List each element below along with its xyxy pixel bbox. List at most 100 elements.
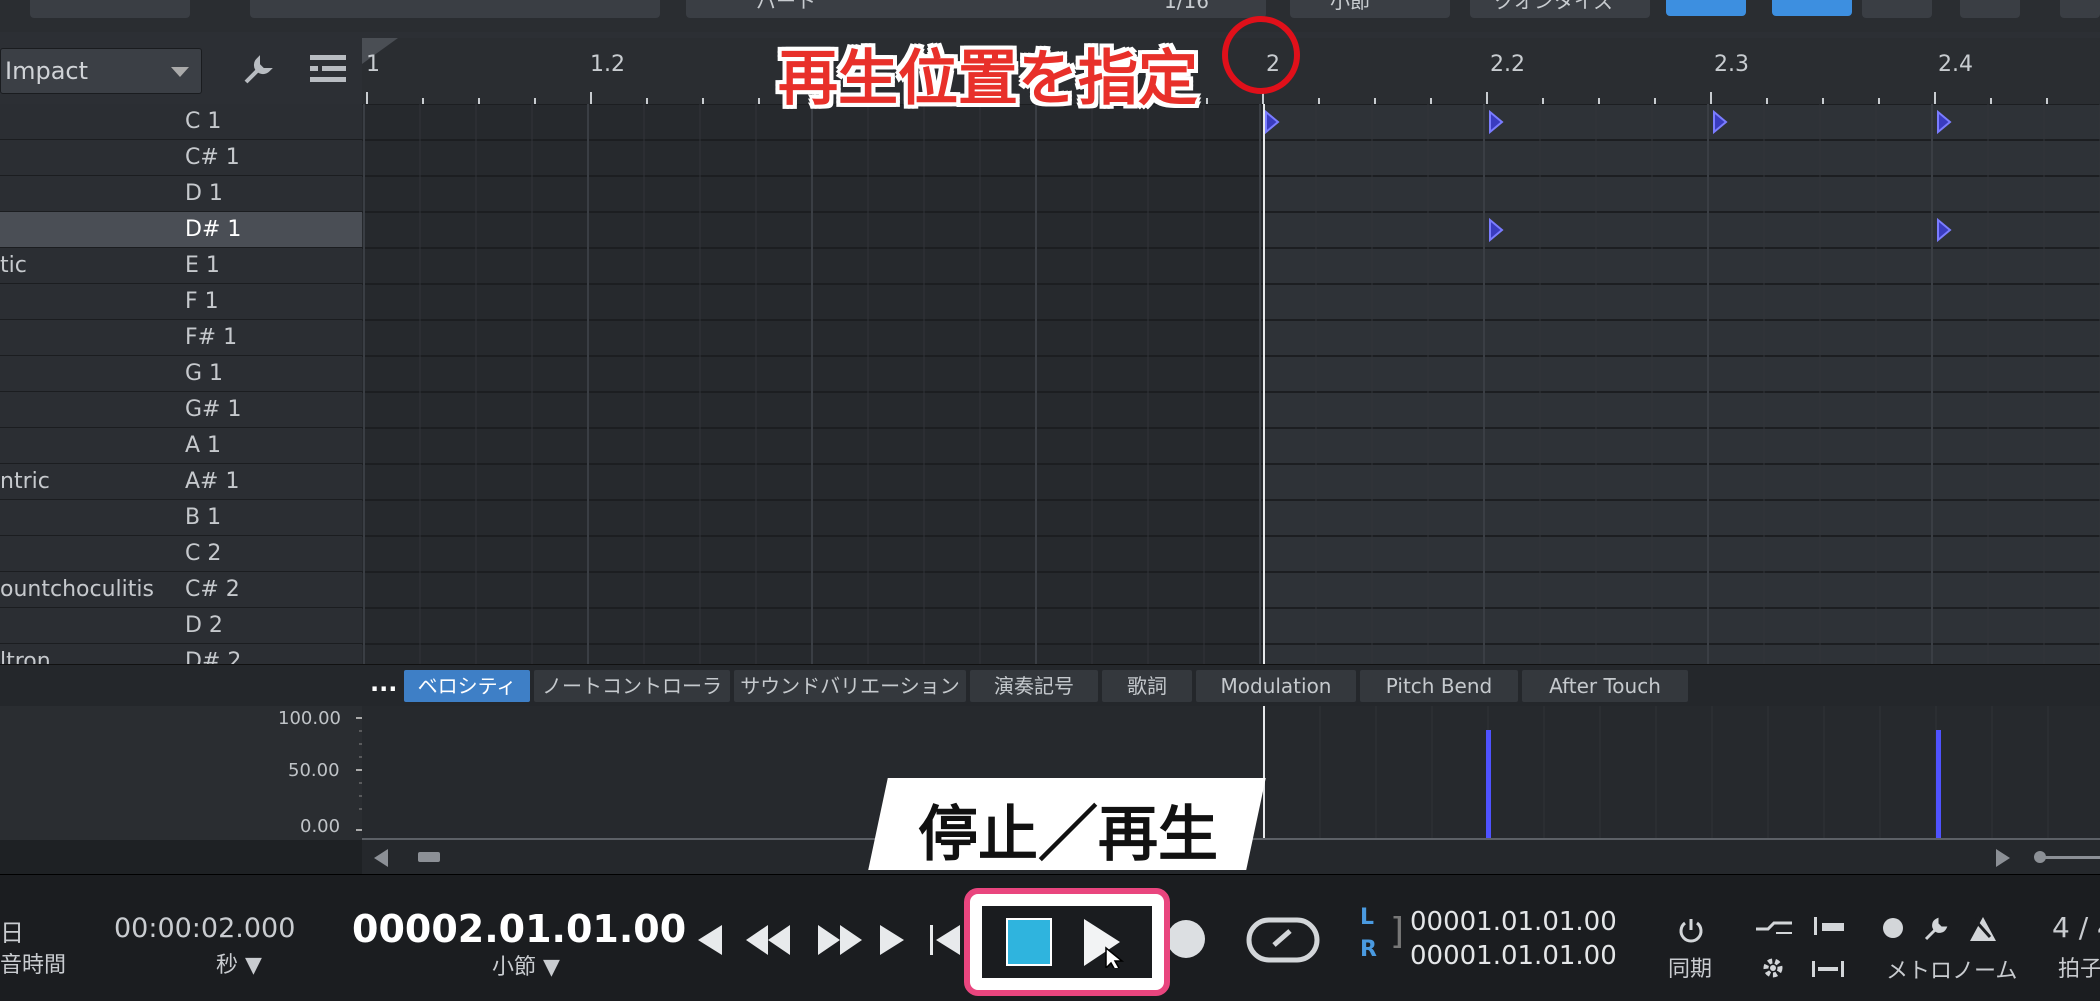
bars-display[interactable]: 00002.01.01.00: [352, 907, 686, 951]
seconds-unit: 秒: [216, 953, 239, 978]
seconds-unit-select[interactable]: 秒 ▼: [216, 947, 262, 979]
sample-name: ountchoculitis: [0, 577, 154, 602]
more-tabs-button[interactable]: ...: [370, 669, 397, 697]
toolbar-button-2[interactable]: [1960, 0, 2020, 18]
tab-pitch-bend[interactable]: Pitch Bend: [1360, 670, 1518, 702]
note-name: A# 1: [185, 469, 240, 494]
forward-end-icon[interactable]: [878, 925, 904, 955]
key-row[interactable]: tic E 1: [0, 248, 362, 284]
key-row[interactable]: D 1: [0, 176, 362, 212]
part-quantize-field[interactable]: パート 1/16: [686, 0, 1266, 18]
key-row[interactable]: C# 1: [0, 140, 362, 176]
note-grid[interactable]: [362, 104, 2100, 664]
play-icon[interactable]: [1082, 918, 1128, 968]
return-to-zero-icon[interactable]: [930, 925, 960, 955]
key-row[interactable]: G# 1: [0, 392, 362, 428]
rewind-icon[interactable]: [746, 925, 790, 955]
tab-articulation[interactable]: 演奏記号: [970, 670, 1098, 702]
velocity-bar[interactable]: [1936, 730, 1941, 838]
annotation-set-playback-position: 再生位置を指定: [778, 44, 1198, 114]
zoom-slider-handle[interactable]: [2034, 851, 2046, 863]
note-name: C# 2: [185, 577, 240, 602]
drum-note[interactable]: [1489, 217, 1504, 243]
tool-toggle-button[interactable]: [1772, 0, 1852, 16]
record-icon[interactable]: [1166, 919, 1206, 959]
drum-note[interactable]: [1937, 217, 1952, 243]
seconds-display[interactable]: 00:00:02.000: [114, 913, 295, 944]
stop-button[interactable]: [1006, 918, 1052, 966]
tab-modulation[interactable]: Modulation: [1196, 670, 1356, 702]
tab-lyrics[interactable]: 歌詞: [1102, 670, 1192, 702]
note-name: F 1: [185, 289, 219, 314]
bars-unit-select[interactable]: 小節 ▼: [492, 949, 560, 981]
wrench-icon[interactable]: [240, 54, 274, 92]
zoom-slider[interactable]: [2038, 856, 2100, 859]
power-icon[interactable]: [1678, 917, 1704, 943]
tab-after-touch[interactable]: After Touch: [1522, 670, 1688, 702]
key-row[interactable]: ntric A# 1: [0, 464, 362, 500]
time-mode-label: 音時間: [0, 953, 67, 978]
list-view-icon[interactable]: [308, 52, 348, 90]
key-row[interactable]: F# 1: [0, 320, 362, 356]
gear-icon[interactable]: [1760, 955, 1786, 981]
key-row[interactable]: ountchoculitis C# 2: [0, 572, 362, 608]
velocity-bar[interactable]: [1486, 730, 1491, 838]
fast-forward-icon[interactable]: [818, 925, 862, 955]
time-signature-display[interactable]: 4 / 4: [2052, 911, 2100, 944]
key-row[interactable]: F 1: [0, 284, 362, 320]
snap-mode-select[interactable]: クオンタイズ: [1470, 0, 1650, 18]
instrument-select[interactable]: Impact: [0, 48, 202, 94]
velocity-scale-mid: 50.00: [288, 760, 340, 781]
drum-note[interactable]: [1937, 109, 1952, 135]
timebase-value: 小節: [1330, 0, 1370, 13]
drum-note[interactable]: [1265, 109, 1280, 135]
key-row[interactable]: ltron D# 2: [0, 644, 362, 664]
key-row[interactable]: D 2: [0, 608, 362, 644]
toolbar-button-3[interactable]: [2060, 0, 2100, 18]
stop-play-highlight-frame: [964, 888, 1170, 996]
marker-in-icon[interactable]: [1812, 915, 1846, 937]
timebase-select[interactable]: 小節: [1290, 0, 1450, 18]
toolbar-button[interactable]: [1862, 0, 1932, 18]
drum-note[interactable]: [1489, 109, 1504, 135]
note-name: A 1: [185, 433, 222, 458]
note-name: G 1: [185, 361, 224, 386]
tab-note-controller[interactable]: ノートコントローラー: [534, 670, 730, 730]
metronome-record-icon[interactable]: [1882, 917, 1904, 939]
metronome-icon[interactable]: [1968, 915, 1998, 943]
drum-key-list: C 1 C# 1 D 1 D# 1 tic E 1 F 1 F# 1 G 1 G#…: [0, 104, 362, 664]
snap-mode-value: クオンタイズ: [1494, 0, 1614, 13]
chevron-down-icon: [171, 67, 189, 77]
snap-toggle-button[interactable]: [1666, 0, 1746, 16]
ruler-label: 1.2: [590, 52, 625, 77]
key-row[interactable]: G 1: [0, 356, 362, 392]
key-row[interactable]: B 1: [0, 500, 362, 536]
scroll-left-icon[interactable]: [374, 849, 390, 867]
sample-name: ntric: [0, 469, 50, 494]
note-name: F# 1: [185, 325, 238, 350]
ruler-tick: [366, 92, 368, 104]
key-row[interactable]: C 2: [0, 536, 362, 572]
key-row-selected[interactable]: D# 1: [0, 212, 362, 248]
scroll-right-icon[interactable]: [1994, 849, 2010, 867]
key-row[interactable]: C 1: [0, 104, 362, 140]
loop-icon[interactable]: [1246, 917, 1320, 963]
wrench-icon[interactable]: [1922, 915, 1950, 943]
sample-name: tic: [0, 253, 27, 278]
tab-sound-variation[interactable]: サウンドバリエーション: [734, 670, 966, 702]
tab-velocity[interactable]: ベロシティ: [404, 670, 530, 702]
toolbar-field-2[interactable]: [250, 0, 660, 18]
punch-icon[interactable]: [1756, 919, 1792, 939]
loop-start-display[interactable]: 00001.01.01.00: [1410, 907, 1617, 937]
toolbar-field-1[interactable]: [30, 0, 190, 18]
loop-end-display[interactable]: 00001.01.01.00: [1410, 941, 1617, 971]
scroll-thumb[interactable]: [418, 852, 440, 862]
key-row[interactable]: A 1: [0, 428, 362, 464]
grid-lines: [362, 104, 2100, 664]
velocity-scale-ticks: [356, 717, 362, 831]
rewind-start-icon[interactable]: [698, 925, 724, 955]
drum-note[interactable]: [1713, 109, 1728, 135]
note-name: D# 1: [185, 217, 242, 242]
ruler-label: 2.2: [1490, 52, 1525, 77]
marker-out-icon[interactable]: [1810, 959, 1846, 979]
